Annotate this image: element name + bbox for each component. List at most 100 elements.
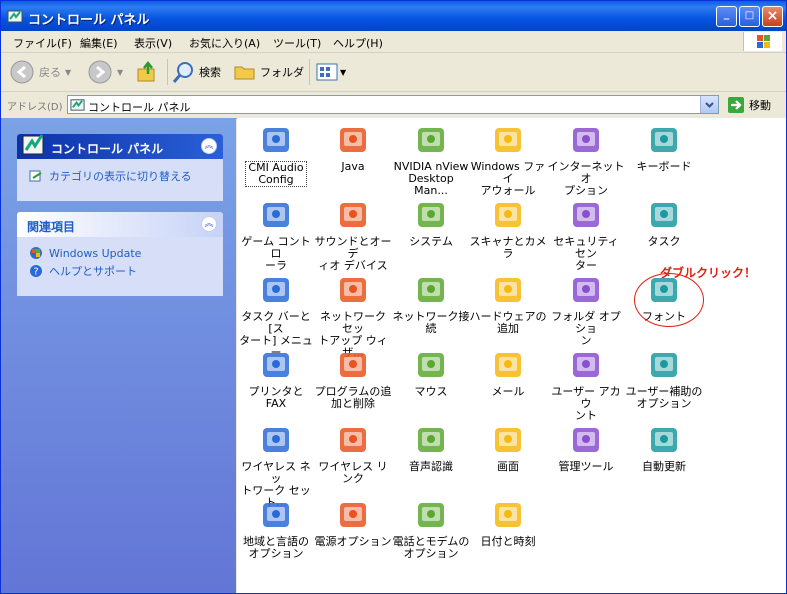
address-input[interactable]: コントロール パネル (67, 95, 719, 114)
control-panel-pane-header[interactable]: コントロール パネル ︽ (17, 134, 223, 159)
control-panel-item[interactable]: マウス (392, 347, 470, 398)
control-panel-item[interactable]: プリンタと FAX (237, 347, 315, 410)
control-panel-item-label: システム (409, 235, 453, 248)
control-panel-small-icon (70, 99, 85, 111)
control-panel-item-label: メール (491, 385, 525, 398)
related-items-pane-header[interactable]: 関連項目 ︽ (17, 212, 223, 237)
control-panel-item[interactable]: プログラムの追 加と削除 (314, 347, 392, 410)
control-panel-item[interactable]: サウンドとオーデ ィオ デバイス (314, 197, 392, 272)
collapse-chevron-icon[interactable]: ︽ (201, 138, 217, 154)
menu-tools[interactable]: ツール(T) (273, 35, 321, 51)
forward-dropdown-icon[interactable]: ▼ (117, 68, 123, 77)
java-icon (340, 128, 366, 152)
firewall-icon (495, 128, 521, 152)
control-panel-item[interactable]: ゲーム コントロ ーラ (237, 197, 315, 272)
windows-update-label: Windows Update (49, 246, 142, 260)
control-panel-item[interactable]: 音声認識 (392, 422, 470, 473)
control-panel-pane-body: カテゴリの表示に切り替える (17, 159, 223, 197)
folder-options-icon (573, 278, 599, 302)
annotation-circle (634, 273, 704, 327)
control-panel-item[interactable]: Java (314, 122, 392, 173)
views-button[interactable]: ▼ (309, 59, 346, 85)
control-panel-item[interactable]: Windows ファイ アウォール (469, 122, 547, 197)
control-panel-item[interactable]: ワイヤレス リンク (314, 422, 392, 485)
views-dropdown-icon[interactable]: ▼ (340, 68, 346, 77)
control-panel-item[interactable]: 画面 (469, 422, 547, 473)
control-panel-item-label: スキャナとカメラ (469, 235, 547, 260)
toolbar: 戻る ▼ ▼ 検索 フォルダ ▼ (1, 53, 786, 92)
control-panel-item[interactable]: タスク (625, 197, 703, 248)
mouse-icon (418, 353, 444, 377)
control-panel-item[interactable]: NVIDIA nView Desktop Man... (392, 122, 470, 197)
wireless-network-icon (263, 428, 289, 452)
back-dropdown-icon[interactable]: ▼ (65, 68, 71, 77)
menu-help[interactable]: ヘルプ(H) (333, 35, 383, 51)
menu-file[interactable]: ファイル(F) (13, 35, 72, 51)
keyboard-icon (651, 128, 677, 152)
control-panel-item-label: フォルダ オプション (551, 310, 621, 347)
control-panel-item[interactable]: 電源オプション (314, 497, 392, 548)
control-panel-item[interactable]: 管理ツール (547, 422, 625, 473)
task-pane: コントロール パネル ︽ カテゴリの表示に切り替える 関連項目 ︽ Window… (1, 118, 236, 593)
control-panel-item[interactable]: ネットワーク接続 (392, 272, 470, 335)
control-panel-item[interactable]: メール (469, 347, 547, 398)
control-panel-item-label: ワイヤレス リンク (318, 460, 388, 485)
control-panel-item[interactable]: セキュリティ セン ター (547, 197, 625, 272)
collapse-chevron-icon[interactable]: ︽ (201, 216, 217, 232)
control-panel-item[interactable]: タスク バーと [ス タート] メニュー (237, 272, 315, 359)
mail-icon (495, 353, 521, 377)
control-panel-item-label: ハードウェアの 追加 (469, 310, 547, 335)
control-panel-item[interactable]: ネットワーク セッ トアップ ウィザ... (314, 272, 392, 359)
control-panel-item[interactable]: 地域と言語の オプション (237, 497, 315, 560)
control-panel-item[interactable]: ハードウェアの 追加 (469, 272, 547, 335)
control-panel-item[interactable]: 日付と時刻 (469, 497, 547, 548)
control-panel-item-label: 電話とモデムの オプション (392, 535, 470, 560)
control-panel-item[interactable]: 自動更新 (625, 422, 703, 473)
control-panel-item[interactable]: フォルダ オプション (547, 272, 625, 347)
folders-label: フォルダ (260, 66, 304, 79)
control-panel-item[interactable]: ユーザー アカウ ント (547, 347, 625, 422)
switch-category-view-link[interactable]: カテゴリの表示に切り替える (29, 168, 213, 184)
control-panel-item-label: 管理ツール (558, 460, 614, 473)
control-panel-item-label: プリンタと FAX (248, 385, 304, 410)
search-button[interactable]: 検索 (167, 59, 221, 85)
maximize-button[interactable]: □ (739, 6, 760, 27)
control-panel-item-label: インターネット オプション (547, 160, 625, 197)
control-panel-item[interactable]: CMI Audio Config (237, 122, 315, 187)
control-panel-item[interactable]: スキャナとカメラ (469, 197, 547, 260)
menu-edit[interactable]: 編集(E) (80, 35, 118, 51)
folders-button[interactable]: フォルダ (233, 59, 304, 85)
forward-arrow-icon (88, 60, 112, 84)
close-button[interactable]: × (762, 6, 783, 27)
menu-view[interactable]: 表示(V) (134, 35, 172, 51)
svg-text:?: ? (33, 267, 38, 278)
menu-favorites[interactable]: お気に入り(A) (189, 35, 260, 51)
control-panel-item[interactable]: キーボード (625, 122, 703, 173)
windows-update-icon (30, 247, 42, 259)
explorer-window: コントロール パネル _ □ × ファイル(F) 編集(E) 表示(V) お気に… (0, 0, 787, 594)
back-button[interactable]: 戻る ▼ (9, 59, 71, 85)
windows-update-link[interactable]: Windows Update (29, 246, 213, 260)
task-folder-icon (651, 203, 677, 227)
help-support-link[interactable]: ? ヘルプとサポート (29, 263, 213, 279)
up-folder-button[interactable] (135, 59, 159, 85)
address-dropdown-icon[interactable] (700, 96, 718, 113)
go-button[interactable]: 移動 (727, 96, 771, 114)
auto-update-icon (651, 428, 677, 452)
control-panel-item[interactable]: ユーザー補助の オプション (625, 347, 703, 410)
up-folder-icon (137, 60, 155, 82)
printer-icon (263, 353, 289, 377)
address-value: コントロール パネル (88, 101, 191, 114)
control-panel-item[interactable]: システム (392, 197, 470, 248)
title-bar[interactable]: コントロール パネル _ □ × (1, 1, 786, 31)
forward-button[interactable]: ▼ (87, 59, 123, 85)
control-panel-item[interactable]: ワイヤレス ネッ トワーク セット... (237, 422, 315, 509)
user-accounts-icon (573, 353, 599, 377)
control-panel-item[interactable]: インターネット オプション (547, 122, 625, 197)
control-panel-item[interactable]: 電話とモデムの オプション (392, 497, 470, 560)
network-setup-icon (340, 278, 366, 302)
minimize-button[interactable]: _ (716, 6, 737, 27)
control-panel-pane-title: コントロール パネル (51, 142, 164, 156)
control-panel-item-label: 電源オプション (314, 535, 392, 548)
speaker-icon (340, 203, 366, 227)
